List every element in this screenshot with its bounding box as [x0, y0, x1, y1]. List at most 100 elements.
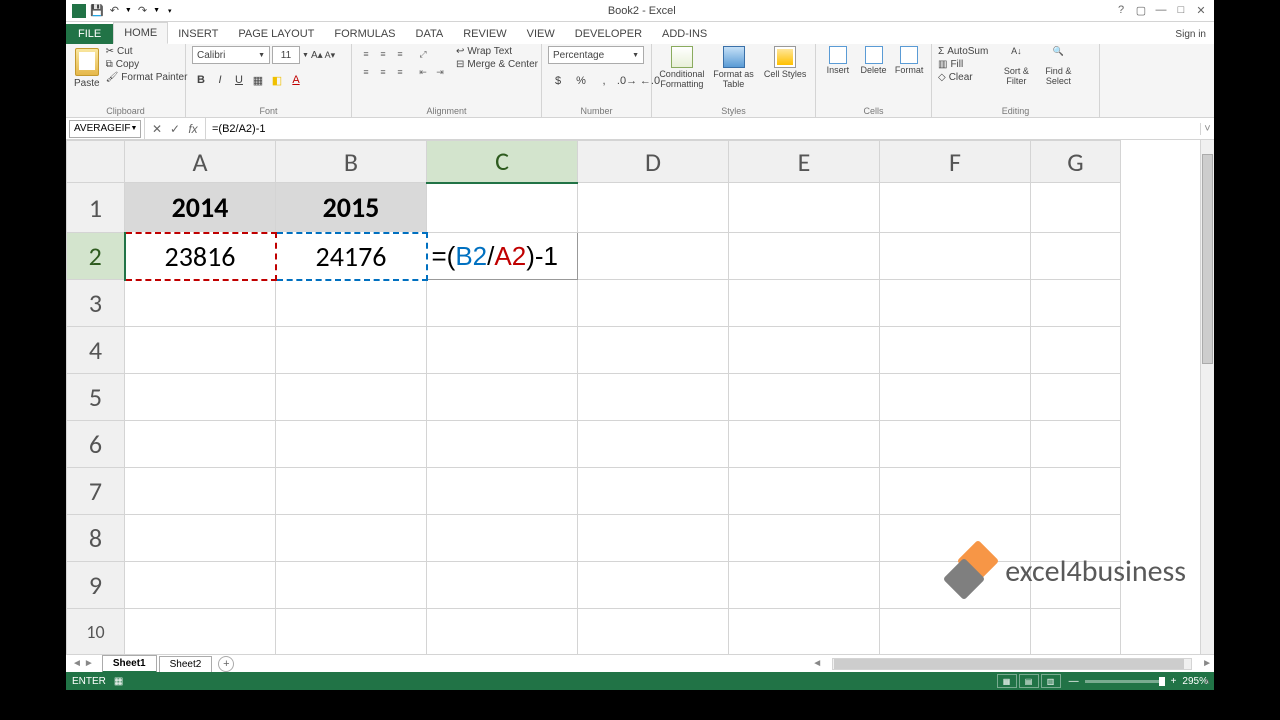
- col-header-g[interactable]: G: [1031, 141, 1121, 183]
- row-header-3[interactable]: 3: [67, 280, 125, 327]
- sheet-nav-next-icon[interactable]: ►: [84, 658, 94, 669]
- find-select-button[interactable]: 🔍Find & Select: [1040, 46, 1076, 86]
- row-header-8[interactable]: 8: [67, 515, 125, 562]
- cell-c1[interactable]: [427, 183, 578, 233]
- cell-c3[interactable]: [427, 280, 578, 327]
- cell-a5[interactable]: [125, 374, 276, 421]
- number-format-select[interactable]: Percentage ▼: [548, 46, 644, 64]
- cell-d8[interactable]: [578, 515, 729, 562]
- cell-c9[interactable]: [427, 562, 578, 609]
- col-header-c[interactable]: C: [427, 141, 578, 183]
- col-header-e[interactable]: E: [729, 141, 880, 183]
- cell-b7[interactable]: [276, 468, 427, 515]
- cell-c2[interactable]: =(B2/A2)-1: [427, 233, 578, 280]
- cell-d1[interactable]: [578, 183, 729, 233]
- redo-button[interactable]: ↷: [136, 4, 149, 17]
- cell-c10[interactable]: [427, 609, 578, 655]
- cut-button[interactable]: ✂Cut: [106, 46, 188, 57]
- conditional-formatting-button[interactable]: Conditional Formatting: [658, 46, 706, 89]
- col-header-b[interactable]: B: [276, 141, 427, 183]
- help-icon[interactable]: ?: [1112, 4, 1130, 17]
- tab-formulas[interactable]: FORMULAS: [324, 24, 405, 44]
- cell-e2[interactable]: [729, 233, 880, 280]
- align-right-icon[interactable]: ≡: [392, 64, 408, 80]
- increase-font-icon[interactable]: A▴: [311, 50, 323, 61]
- cell-d6[interactable]: [578, 421, 729, 468]
- cell-a4[interactable]: [125, 327, 276, 374]
- row-header-4[interactable]: 4: [67, 327, 125, 374]
- worksheet-grid[interactable]: A B C D E F G 1 2014 2015 2 23816: [66, 140, 1214, 654]
- sheet-nav-prev-icon[interactable]: ◄: [72, 658, 82, 669]
- cell-f5[interactable]: [880, 374, 1031, 421]
- cell-e1[interactable]: [729, 183, 880, 233]
- cell-e6[interactable]: [729, 421, 880, 468]
- vertical-scrollbar[interactable]: [1200, 140, 1214, 654]
- cell-f3[interactable]: [880, 280, 1031, 327]
- tab-addins[interactable]: ADD-INS: [652, 24, 717, 44]
- cell-c6[interactable]: [427, 421, 578, 468]
- cell-e7[interactable]: [729, 468, 880, 515]
- col-header-f[interactable]: F: [880, 141, 1031, 183]
- cell-f7[interactable]: [880, 468, 1031, 515]
- zoom-in-icon[interactable]: +: [1171, 676, 1177, 687]
- cell-b5[interactable]: [276, 374, 427, 421]
- minimize-icon[interactable]: —: [1152, 4, 1170, 17]
- orientation-icon[interactable]: ⤢: [415, 46, 431, 62]
- row-header-5[interactable]: 5: [67, 374, 125, 421]
- cell-c5[interactable]: [427, 374, 578, 421]
- cell-g2[interactable]: [1031, 233, 1121, 280]
- cell-g3[interactable]: [1031, 280, 1121, 327]
- tab-file[interactable]: FILE: [66, 24, 113, 44]
- zoom-out-icon[interactable]: —: [1069, 676, 1079, 687]
- cell-f2[interactable]: [880, 233, 1031, 280]
- cell-d10[interactable]: [578, 609, 729, 655]
- bold-button[interactable]: B: [192, 71, 210, 89]
- col-header-d[interactable]: D: [578, 141, 729, 183]
- cell-f6[interactable]: [880, 421, 1031, 468]
- cell-g4[interactable]: [1031, 327, 1121, 374]
- align-center-icon[interactable]: ≡: [375, 64, 391, 80]
- redo-dropdown-icon[interactable]: ▼: [153, 7, 160, 14]
- cell-a9[interactable]: [125, 562, 276, 609]
- cell-g5[interactable]: [1031, 374, 1121, 421]
- cell-d4[interactable]: [578, 327, 729, 374]
- italic-button[interactable]: I: [211, 71, 229, 89]
- fill-button[interactable]: ▥Fill: [938, 59, 988, 70]
- clear-button[interactable]: ◇Clear: [938, 72, 988, 83]
- cell-e8[interactable]: [729, 515, 880, 562]
- comma-icon[interactable]: ,: [594, 72, 614, 90]
- tab-review[interactable]: REVIEW: [453, 24, 516, 44]
- cell-g9[interactable]: [1031, 562, 1121, 609]
- col-header-a[interactable]: A: [125, 141, 276, 183]
- normal-view-icon[interactable]: ▦: [997, 674, 1017, 688]
- hscroll-right-icon[interactable]: ►: [1200, 658, 1214, 669]
- align-top-icon[interactable]: ≡: [358, 46, 374, 62]
- cell-b6[interactable]: [276, 421, 427, 468]
- cell-a10[interactable]: [125, 609, 276, 655]
- ribbon-collapse-icon[interactable]: ˄: [1204, 677, 1210, 688]
- font-color-button[interactable]: A: [287, 71, 305, 89]
- sort-filter-button[interactable]: A↓Sort & Filter: [998, 46, 1034, 86]
- cell-styles-button[interactable]: Cell Styles: [761, 46, 809, 79]
- cell-e10[interactable]: [729, 609, 880, 655]
- increase-decimal-icon[interactable]: .0→: [617, 72, 637, 90]
- cell-c8[interactable]: [427, 515, 578, 562]
- tab-developer[interactable]: DEVELOPER: [565, 24, 652, 44]
- cell-d3[interactable]: [578, 280, 729, 327]
- hscroll-thumb[interactable]: [834, 659, 1184, 669]
- fill-color-button[interactable]: ◧: [268, 71, 286, 89]
- format-as-table-button[interactable]: Format as Table: [710, 46, 758, 89]
- tab-data[interactable]: DATA: [406, 24, 454, 44]
- signin-link[interactable]: Sign in: [1167, 25, 1214, 44]
- horizontal-scrollbar[interactable]: [832, 658, 1192, 670]
- underline-button[interactable]: U: [230, 71, 248, 89]
- cell-f10[interactable]: [880, 609, 1031, 655]
- cell-d9[interactable]: [578, 562, 729, 609]
- cell-f4[interactable]: [880, 327, 1031, 374]
- wrap-text-button[interactable]: ↩Wrap Text: [456, 46, 538, 57]
- cell-a1[interactable]: 2014: [125, 183, 276, 233]
- row-header-2[interactable]: 2: [67, 233, 125, 280]
- cell-g1[interactable]: [1031, 183, 1121, 233]
- cell-g8[interactable]: [1031, 515, 1121, 562]
- fx-icon[interactable]: fx: [185, 122, 201, 136]
